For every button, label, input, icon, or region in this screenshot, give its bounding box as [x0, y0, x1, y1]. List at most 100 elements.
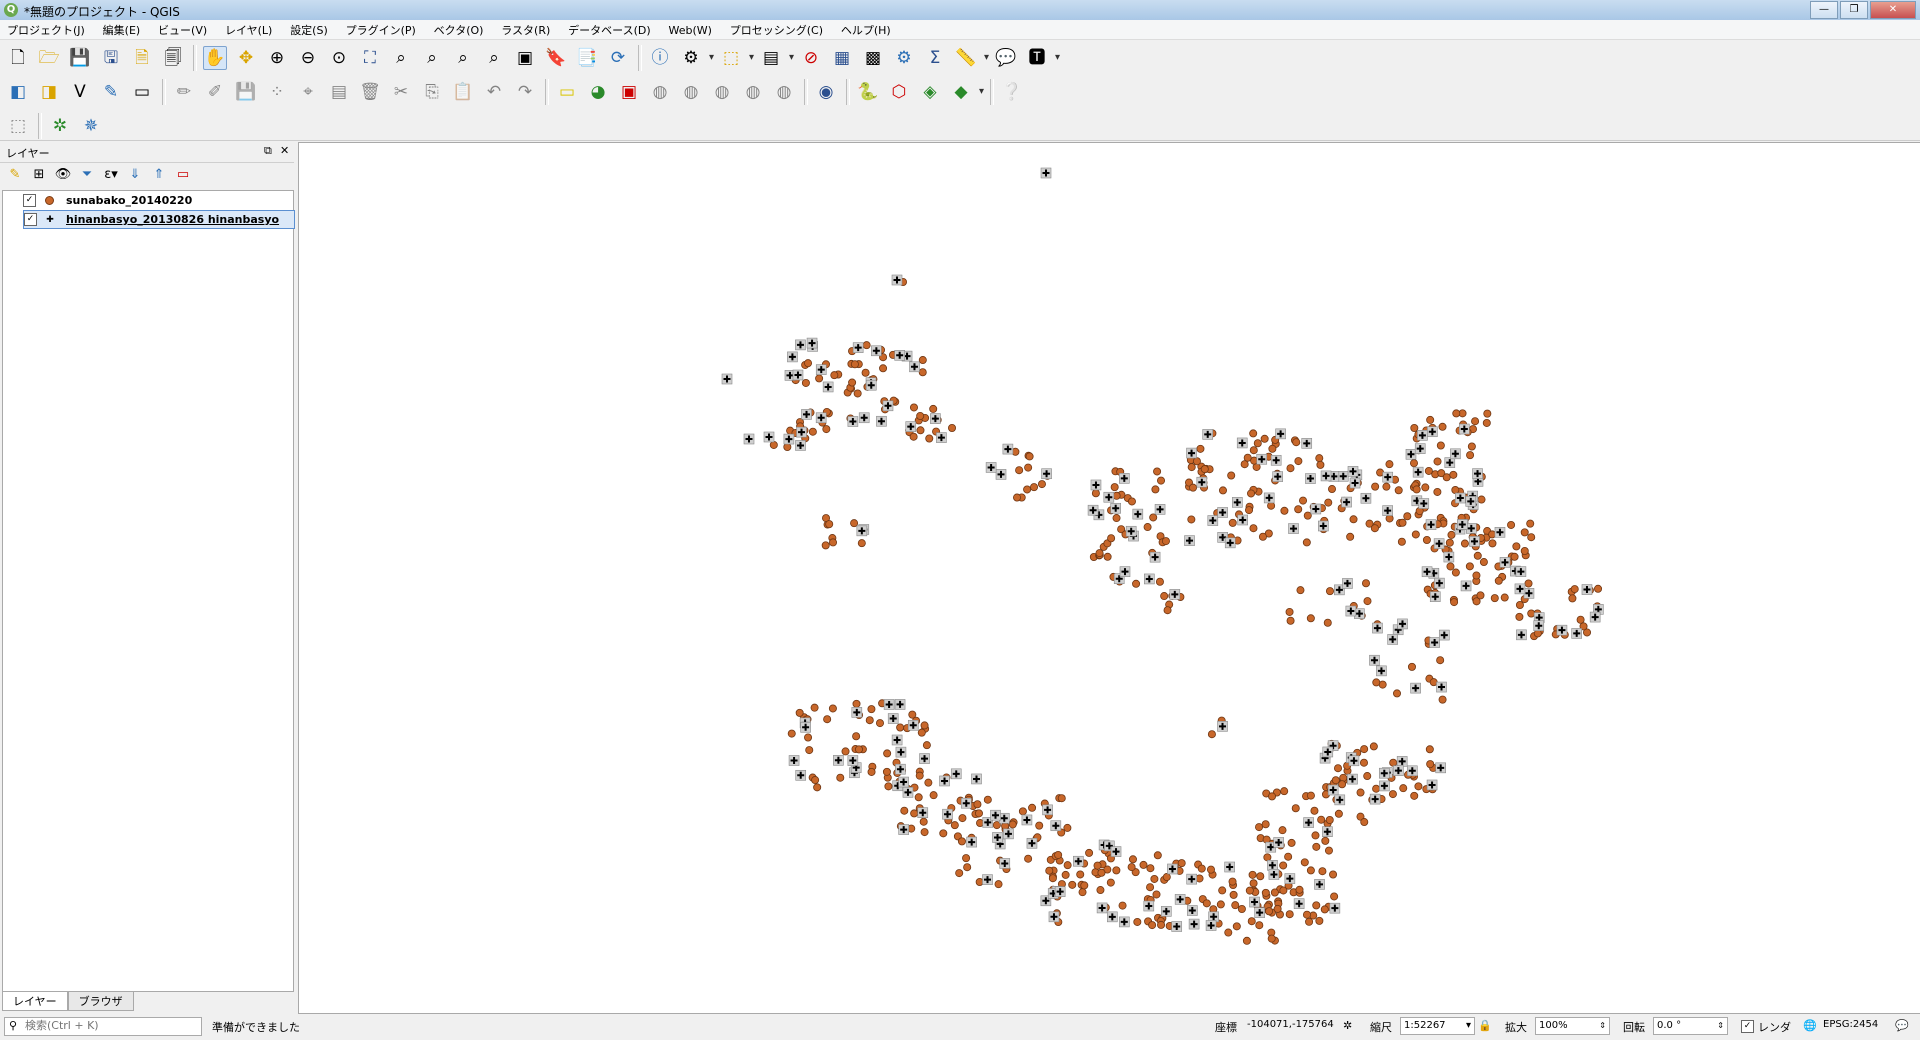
pin-labels-icon[interactable]: ▣ [617, 80, 641, 104]
label-properties-icon[interactable]: ◍ [772, 80, 796, 104]
globe-icon[interactable]: 🌐 [1803, 1019, 1817, 1032]
zoom-last-icon[interactable]: ⌕ [451, 46, 475, 70]
maximize-button[interactable]: ❐ [1840, 1, 1868, 19]
add-wms-layer-icon[interactable]: ▭ [130, 80, 154, 104]
rotate-label-icon[interactable]: ◍ [710, 80, 734, 104]
style-layer-icon[interactable]: ✎ [6, 167, 24, 182]
zoom-to-layer-icon[interactable]: ⌕ [420, 46, 444, 70]
plugin-manager-icon[interactable]: ◆ [949, 80, 984, 104]
attribute-table-icon[interactable]: ▦ [830, 46, 854, 70]
minimize-button[interactable]: — [1810, 1, 1838, 19]
new-print-composer-icon[interactable]: 🗎 [130, 46, 154, 70]
label-toolbar-icon[interactable]: ▭ [555, 80, 579, 104]
close-panel-icon[interactable]: ✕ [280, 144, 289, 157]
tab-layers[interactable]: レイヤー [2, 992, 68, 1011]
identify-features-icon[interactable]: ⓘ [648, 46, 672, 70]
cut-features-icon[interactable]: ✂ [389, 80, 413, 104]
menu-database[interactable]: データベース(D) [561, 20, 658, 38]
redo-icon[interactable]: ↷ [513, 80, 537, 104]
select-features-icon[interactable]: ⬚ [719, 46, 754, 70]
lock-scale-icon[interactable]: 🔒 [1478, 1019, 1492, 1032]
remove-layer-icon[interactable]: ▭ [174, 167, 192, 182]
menu-raster[interactable]: ラスタ(R) [494, 20, 557, 38]
coordinate-value[interactable]: -104071,-175764 [1247, 1019, 1334, 1030]
zoom-out-icon[interactable]: ⊖ [296, 46, 320, 70]
new-project-icon[interactable]: 🗋 [6, 46, 30, 70]
help-icon[interactable]: ❔ [1000, 80, 1024, 104]
select-location-icon[interactable]: ⬚ [6, 114, 30, 138]
toggle-editing-icon[interactable]: ✐ [203, 80, 227, 104]
geometry-checker-icon[interactable]: ⬡ [887, 80, 911, 104]
manage-visibility-icon[interactable]: 👁 [54, 167, 72, 182]
refresh-icon[interactable]: ⟳ [606, 46, 630, 70]
toolbox-icon[interactable]: ⚙ [892, 46, 916, 70]
menu-layer[interactable]: レイヤ(L) [218, 20, 279, 38]
layer-visibility-checkbox[interactable]: ✓ [24, 213, 37, 226]
map-tips-icon[interactable]: 💬 [994, 46, 1018, 70]
menu-edit[interactable]: 編集(E) [96, 20, 148, 38]
zoom-actual-size-icon[interactable]: ⊙ [327, 46, 351, 70]
filter-legend-icon[interactable]: ⏷ [78, 167, 96, 182]
run-action-icon[interactable]: ⚙ [679, 46, 714, 70]
menu-help[interactable]: ヘルプ(H) [834, 20, 898, 38]
modify-attributes-icon[interactable]: ▤ [327, 80, 351, 104]
move-label-icon[interactable]: ◍ [679, 80, 703, 104]
layer-item-sunabako[interactable]: ✓ sunabako_20140220 [23, 192, 192, 209]
collapse-all-icon[interactable]: ⇑ [150, 167, 168, 182]
new-map-view-icon[interactable]: ▣ [513, 46, 537, 70]
close-button[interactable]: ✕ [1870, 1, 1916, 19]
plugin-tool-2-icon[interactable]: ✵ [79, 114, 103, 138]
map-canvas[interactable] [298, 142, 1920, 1014]
add-vector-layer-icon[interactable]: Ⅴ [68, 80, 92, 104]
show-hide-labels-icon[interactable]: ◍ [648, 80, 672, 104]
zoom-in-icon[interactable]: ⊕ [265, 46, 289, 70]
undo-icon[interactable]: ↶ [482, 80, 506, 104]
add-feature-icon[interactable]: ⁘ [265, 80, 289, 104]
menu-project[interactable]: プロジェクト(J) [0, 20, 92, 38]
plugin-tool-1-icon[interactable]: ✲ [48, 114, 72, 138]
render-checkbox[interactable]: ✓ [1741, 1020, 1754, 1033]
save-project-icon[interactable]: 💾 [68, 46, 92, 70]
menu-web[interactable]: Web(W) [661, 22, 718, 37]
expand-all-icon[interactable]: ⇓ [126, 167, 144, 182]
composer-manager-icon[interactable]: 🗐 [161, 46, 185, 70]
python-console-icon[interactable]: 🐍 [856, 80, 880, 104]
statistical-summary-icon[interactable]: Σ [923, 46, 947, 70]
field-calculator-icon[interactable]: ▩ [861, 46, 885, 70]
delete-selected-icon[interactable]: 🗑 [358, 80, 382, 104]
menu-processing[interactable]: プロセッシング(C) [723, 20, 830, 38]
new-bookmark-icon[interactable]: 🔖 [544, 46, 568, 70]
layer-visibility-checkbox[interactable]: ✓ [23, 194, 36, 207]
copy-features-icon[interactable]: ⎘ [420, 80, 444, 104]
select-by-value-icon[interactable]: ▤ [759, 46, 794, 70]
paste-features-icon[interactable]: 📋 [451, 80, 475, 104]
layer-item-hinanbasyo[interactable]: ✓ ✚ hinanbasyo_20130826 hinanbasyo [23, 210, 295, 229]
metasearch-icon[interactable]: ◉ [814, 80, 838, 104]
show-bookmarks-icon[interactable]: 📑 [575, 46, 599, 70]
tab-browser[interactable]: ブラウザ [67, 992, 134, 1011]
menu-vector[interactable]: ベクタ(O) [427, 20, 491, 38]
float-panel-icon[interactable]: ⧉ [264, 144, 272, 158]
open-project-icon[interactable]: 🗁 [37, 46, 61, 70]
menu-plugins[interactable]: プラグイン(P) [339, 20, 423, 38]
data-source-manager-icon[interactable]: ◧ [6, 80, 30, 104]
pan-map-icon[interactable]: ✋ [203, 46, 227, 70]
processing-toolbox-icon[interactable]: ◈ [918, 80, 942, 104]
menu-view[interactable]: ビュー(V) [151, 20, 214, 38]
scale-combobox[interactable]: 1:52267 ▾ [1400, 1017, 1475, 1035]
vertex-tool-icon[interactable]: ⌖ [296, 80, 320, 104]
add-raster-layer-icon[interactable]: ✎ [99, 80, 123, 104]
change-label-icon[interactable]: ◍ [741, 80, 765, 104]
zoom-to-selection-icon[interactable]: ⌕ [389, 46, 413, 70]
pan-to-selection-icon[interactable]: ✥ [234, 46, 258, 70]
crs-indicator[interactable]: EPSG:2454 [1823, 1019, 1878, 1030]
message-log-icon[interactable]: 💬 [1895, 1019, 1909, 1032]
magnifier-spinbox[interactable]: 100% ⇕ [1535, 1017, 1610, 1035]
current-edits-icon[interactable]: ✏ [172, 80, 196, 104]
zoom-full-icon[interactable]: ⛶ [358, 46, 382, 70]
add-group-icon[interactable]: ⊞ [30, 167, 48, 182]
filter-expression-icon[interactable]: ε▾ [102, 167, 120, 182]
diagram-icon[interactable]: ◕ [586, 80, 610, 104]
text-annotation-icon[interactable]: 🆃 [1025, 46, 1061, 70]
new-geopackage-layer-icon[interactable]: ◨ [37, 80, 61, 104]
